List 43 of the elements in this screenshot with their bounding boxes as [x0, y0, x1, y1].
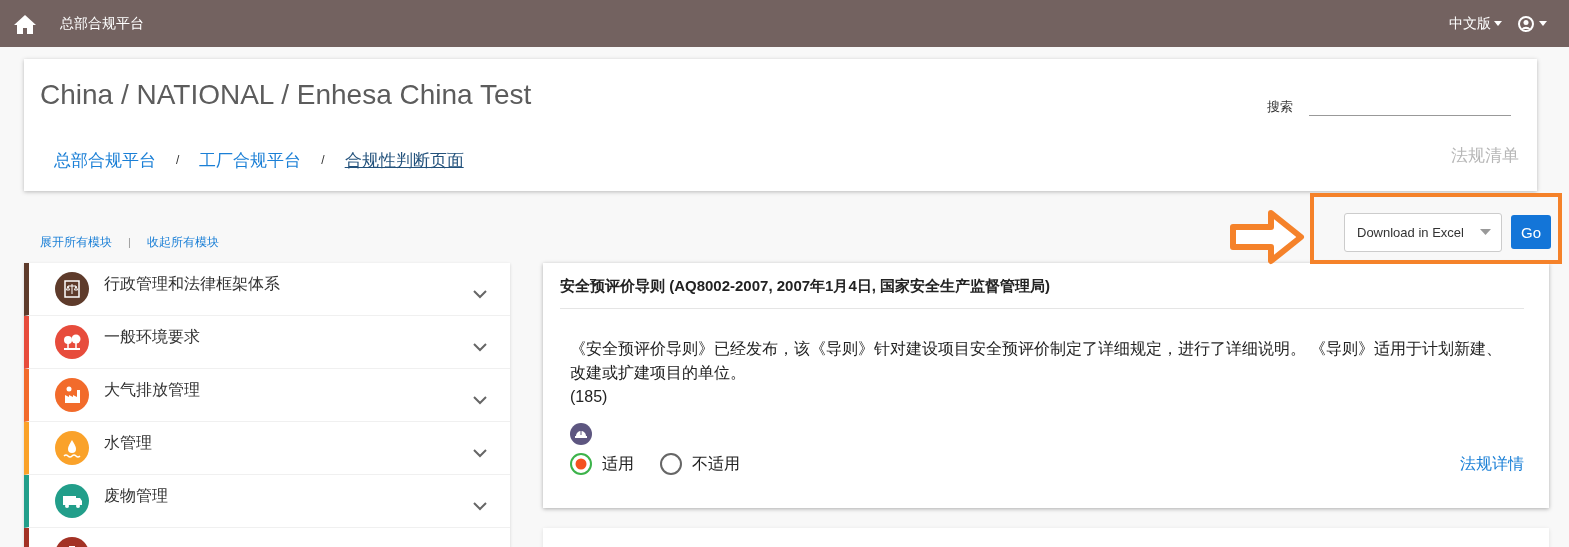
module-item[interactable]: 行政管理和法律框架体系 [24, 263, 510, 316]
breadcrumb-separator: / [321, 153, 325, 167]
platform-title[interactable]: 总部合规平台 [60, 14, 144, 33]
module-icon [55, 378, 89, 412]
collapse-all-link[interactable]: 收起所有模块 [146, 233, 219, 251]
expand-all-link[interactable]: 展开所有模块 [40, 233, 112, 251]
module-item[interactable]: 一般环境要求 [24, 316, 510, 369]
helmet-icon [570, 423, 592, 445]
home-icon[interactable] [14, 13, 36, 34]
search-label: 搜索 [1267, 98, 1293, 116]
regulation-title: 安全预评价导则 (AQ8002-2007, 2007年1月4日, 国家安全生产监督管理局) [560, 277, 1524, 309]
chevron-icon [473, 448, 487, 458]
chevron-icon [473, 395, 487, 405]
module-icon [55, 431, 89, 465]
module-icon [55, 325, 89, 359]
breadcrumb-link[interactable]: 合规性判断页面 [344, 148, 464, 172]
caret-icon [1494, 21, 1502, 26]
caret-icon [1539, 21, 1547, 26]
module-item[interactable]: 水管理 [24, 422, 510, 475]
chevron-icon [473, 501, 487, 511]
regulation-count: (185) [570, 387, 609, 407]
breadcrumb-link[interactable]: 工厂合规平台 [199, 148, 302, 172]
radio-option[interactable]: 适用 [570, 453, 634, 475]
caret-icon [1480, 229, 1491, 235]
link-divider: | [128, 236, 131, 248]
breadcrumb-link[interactable]: 总部合规平台 [54, 148, 156, 172]
chevron-icon [473, 342, 487, 352]
breadcrumb-separator: / [176, 153, 180, 167]
regulation-description: 《安全预评价导则》已经发布，该《导则》针对建设项目安全预评价制定了详细规定，进行了详细说明。 《导则》适用于计划新建、改建或扩建项目的单位。 [570, 339, 1504, 383]
module-item[interactable]: 废物管理 [24, 475, 510, 528]
module-item[interactable]: 大气排放管理 [24, 369, 510, 422]
user-menu[interactable] [1518, 15, 1547, 32]
radio-button[interactable] [660, 453, 682, 475]
radio-option[interactable]: 不适用 [660, 453, 740, 475]
radio-button[interactable] [570, 453, 592, 475]
language-menu[interactable]: 中文版 [1449, 14, 1502, 33]
go-button[interactable]: Go [1511, 215, 1551, 249]
export-select[interactable]: Download in Excel [1344, 212, 1502, 252]
regulation-detail-link[interactable]: 法规详情 [1460, 453, 1524, 475]
page-title: China / NATIONAL / Enhesa China Test [40, 79, 533, 111]
module-icon [55, 484, 89, 518]
chevron-icon [473, 289, 487, 299]
module-icon [55, 272, 89, 306]
